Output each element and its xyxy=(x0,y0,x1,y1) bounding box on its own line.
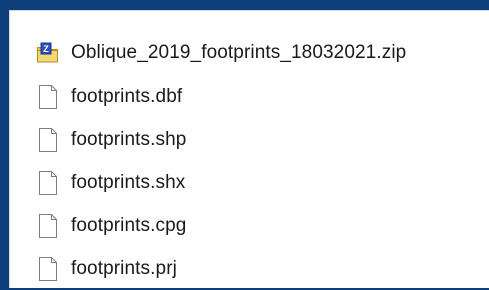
document-icon xyxy=(36,170,60,196)
file-item-cpg[interactable]: footprints.cpg xyxy=(36,204,406,247)
zip-folder-icon: Z xyxy=(36,40,60,66)
file-item-dbf[interactable]: footprints.dbf xyxy=(36,75,406,118)
document-icon xyxy=(36,213,60,239)
document-icon xyxy=(36,256,60,282)
file-item-prj[interactable]: footprints.prj xyxy=(36,247,406,290)
explorer-file-pane: Z Oblique_2019_footprints_18032021.zip f… xyxy=(9,10,489,288)
file-name: footprints.shx xyxy=(71,171,186,193)
file-name: footprints.cpg xyxy=(71,214,187,236)
file-item-shx[interactable]: footprints.shx xyxy=(36,161,406,204)
file-name: footprints.dbf xyxy=(71,85,183,107)
file-name: footprints.prj xyxy=(71,257,177,279)
file-name: footprints.shp xyxy=(71,128,187,150)
file-item-zip[interactable]: Z Oblique_2019_footprints_18032021.zip xyxy=(36,31,406,75)
file-list: Z Oblique_2019_footprints_18032021.zip f… xyxy=(36,31,406,290)
document-icon xyxy=(36,127,60,153)
document-icon xyxy=(36,84,60,110)
file-name: Oblique_2019_footprints_18032021.zip xyxy=(71,42,407,63)
svg-text:Z: Z xyxy=(43,44,49,54)
file-item-shp[interactable]: footprints.shp xyxy=(36,118,406,161)
